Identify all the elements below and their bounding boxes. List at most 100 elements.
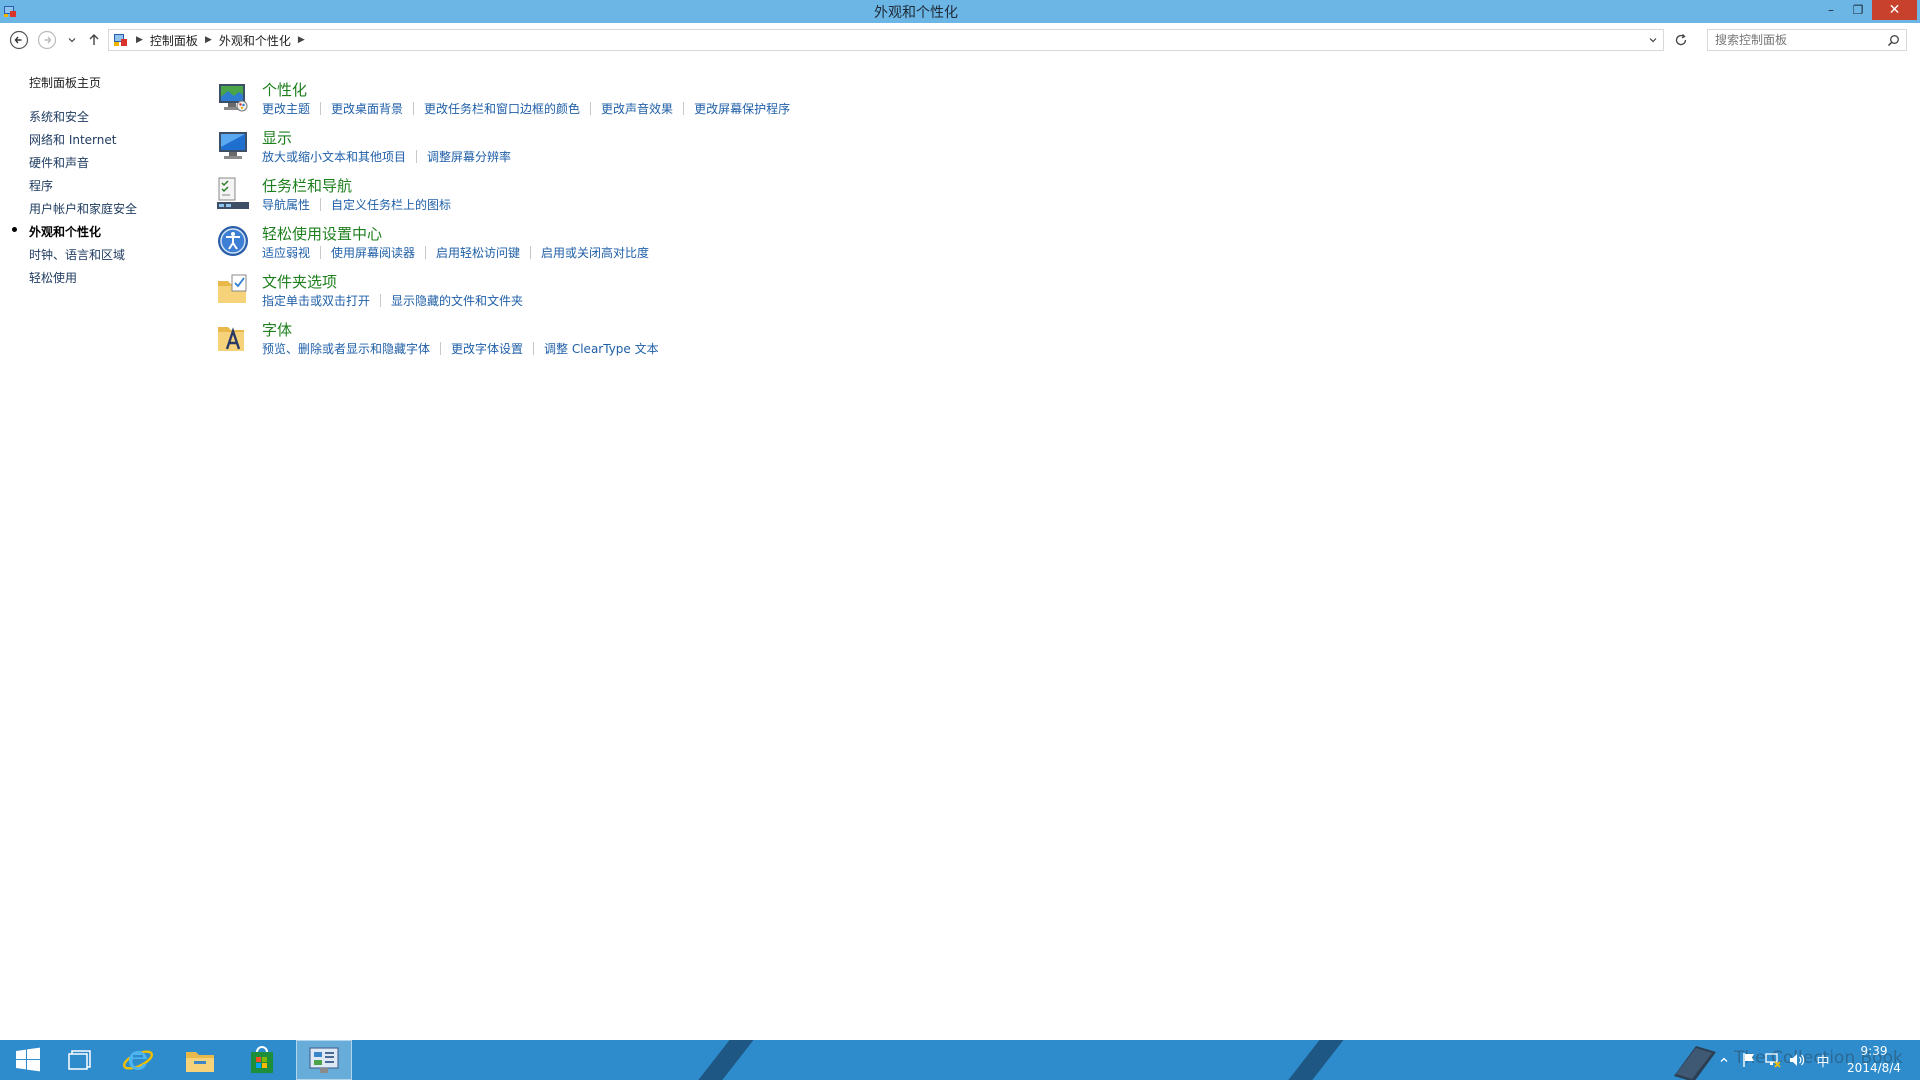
nav-user-accounts[interactable]: 用户帐户和家庭安全 xyxy=(29,200,137,217)
breadcrumb-separator-icon[interactable]: ▶ xyxy=(133,35,146,45)
link-separator xyxy=(530,246,532,259)
display-icon[interactable] xyxy=(216,127,250,163)
search-icon[interactable] xyxy=(1887,34,1900,47)
recent-locations-button[interactable] xyxy=(62,29,82,51)
folder-options-icon[interactable] xyxy=(216,271,250,307)
refresh-icon xyxy=(1675,34,1687,46)
control-panel-taskbar-button[interactable] xyxy=(296,1040,352,1080)
high-contrast-link[interactable]: 启用或关闭高对比度 xyxy=(541,244,649,261)
preview-fonts-link[interactable]: 预览、删除或者显示和隐藏字体 xyxy=(262,340,430,357)
change-screen-saver-link[interactable]: 更改屏幕保护程序 xyxy=(694,100,790,117)
customize-taskbar-icons-link[interactable]: 自定义任务栏上的图标 xyxy=(331,196,451,213)
folder-options-links: 指定单击或双击打开 显示隐藏的文件和文件夹 xyxy=(262,292,523,309)
link-separator xyxy=(440,342,442,355)
address-dropdown-button[interactable] xyxy=(1643,30,1663,50)
link-separator xyxy=(425,246,427,259)
close-button[interactable]: ✕ xyxy=(1872,0,1917,20)
task-view-icon xyxy=(68,1050,91,1070)
task-view-button[interactable] xyxy=(52,1040,108,1080)
search-box[interactable] xyxy=(1707,29,1907,51)
personalization-title-link[interactable]: 个性化 xyxy=(262,79,307,100)
taskbar-navigation-title-link[interactable]: 任务栏和导航 xyxy=(262,175,352,196)
up-button[interactable] xyxy=(84,29,104,51)
breadcrumb-separator-icon[interactable]: ▶ xyxy=(202,35,215,45)
show-hidden-files-link[interactable]: 显示隐藏的文件和文件夹 xyxy=(391,292,523,309)
store-button[interactable] xyxy=(234,1040,290,1080)
clock[interactable]: 9:39 2014/8/4 xyxy=(1838,1043,1910,1077)
up-arrow-icon xyxy=(89,34,99,45)
nav-programs[interactable]: 程序 xyxy=(29,177,53,194)
flag-icon xyxy=(1743,1053,1754,1067)
refresh-button[interactable] xyxy=(1670,29,1692,51)
network-button[interactable] xyxy=(1762,1040,1784,1080)
fonts-links: 预览、删除或者显示和隐藏字体 更改字体设置 调整 ClearType 文本 xyxy=(262,340,659,357)
show-hidden-icons-button[interactable] xyxy=(1716,1040,1732,1080)
input-method-indicator[interactable]: 中 xyxy=(1812,1040,1834,1080)
file-explorer-button[interactable] xyxy=(172,1040,228,1080)
action-center-button[interactable] xyxy=(1738,1040,1760,1080)
fonts-title-link[interactable]: 字体 xyxy=(262,319,292,340)
change-theme-link[interactable]: 更改主题 xyxy=(262,100,310,117)
volume-button[interactable] xyxy=(1786,1040,1808,1080)
display-title-link[interactable]: 显示 xyxy=(262,127,292,148)
link-separator xyxy=(590,102,592,115)
nav-appearance-personalization[interactable]: 外观和个性化 xyxy=(29,223,101,240)
screen-resolution-link[interactable]: 调整屏幕分辨率 xyxy=(427,148,511,165)
folder-options-title-link[interactable]: 文件夹选项 xyxy=(262,271,337,292)
start-button[interactable] xyxy=(0,1040,56,1080)
control-panel-icon xyxy=(114,34,127,46)
taskbar-decoration xyxy=(682,1040,762,1080)
nav-hardware-sound[interactable]: 硬件和声音 xyxy=(29,154,89,171)
ease-of-access-links: 适应弱视 使用屏幕阅读器 启用轻松访问键 启用或关闭高对比度 xyxy=(262,244,649,261)
search-input[interactable] xyxy=(1715,33,1885,47)
address-bar[interactable]: ▶ 控制面板 ▶ 外观和个性化 ▶ xyxy=(108,29,1664,51)
change-desktop-background-link[interactable]: 更改桌面背景 xyxy=(331,100,403,117)
taskbar-decoration xyxy=(1272,1040,1352,1080)
speaker-icon xyxy=(1790,1054,1805,1066)
display-links: 放大或缩小文本和其他项目 调整屏幕分辨率 xyxy=(262,148,511,165)
fonts-icon[interactable] xyxy=(216,319,250,355)
breadcrumb-appearance[interactable]: 外观和个性化 xyxy=(215,30,295,50)
control-panel-home-link[interactable]: 控制面板主页 xyxy=(29,74,101,91)
address-root-icon[interactable] xyxy=(109,30,133,50)
accessibility-keys-link[interactable]: 启用轻松访问键 xyxy=(436,244,520,261)
text-size-link[interactable]: 放大或缩小文本和其他项目 xyxy=(262,148,406,165)
breadcrumb-control-panel[interactable]: 控制面板 xyxy=(146,30,202,50)
internet-explorer-button[interactable] xyxy=(110,1040,166,1080)
book-logo-icon xyxy=(1674,1046,1716,1080)
control-panel-icon xyxy=(309,1047,339,1073)
personalization-links: 更改主题 更改桌面背景 更改任务栏和窗口边框的颜色 更改声音效果 更改屏幕保护程… xyxy=(262,100,790,117)
nav-ease-of-access[interactable]: 轻松使用 xyxy=(29,269,77,286)
ease-of-access-icon[interactable] xyxy=(216,223,250,259)
internet-explorer-icon xyxy=(122,1050,154,1071)
change-font-settings-link[interactable]: 更改字体设置 xyxy=(451,340,523,357)
cleartype-link[interactable]: 调整 ClearType 文本 xyxy=(544,340,659,357)
link-separator xyxy=(320,102,322,115)
back-button[interactable] xyxy=(8,29,30,51)
ease-of-access-title-link[interactable]: 轻松使用设置中心 xyxy=(262,223,382,244)
navigation-bar: ▶ 控制面板 ▶ 外观和个性化 ▶ xyxy=(0,23,1920,58)
nav-clock-language-region[interactable]: 时钟、语言和区域 xyxy=(29,246,125,263)
screen-reader-link[interactable]: 使用屏幕阅读器 xyxy=(331,244,415,261)
link-separator xyxy=(320,246,322,259)
personalization-icon[interactable] xyxy=(216,79,250,115)
change-sound-effects-link[interactable]: 更改声音效果 xyxy=(601,100,673,117)
nav-network-internet[interactable]: 网络和 Internet xyxy=(29,131,116,148)
change-window-color-link[interactable]: 更改任务栏和窗口边框的颜色 xyxy=(424,100,580,117)
low-vision-link[interactable]: 适应弱视 xyxy=(262,244,310,261)
link-separator xyxy=(683,102,685,115)
taskbar-icon[interactable] xyxy=(216,175,250,211)
category-display: 显示 放大或缩小文本和其他项目 调整屏幕分辨率 xyxy=(216,127,1116,171)
navigation-properties-link[interactable]: 导航属性 xyxy=(262,196,310,213)
minimize-button[interactable]: – xyxy=(1818,0,1844,20)
forward-button[interactable] xyxy=(36,29,58,51)
file-explorer-icon xyxy=(186,1052,214,1072)
single-double-click-link[interactable]: 指定单击或双击打开 xyxy=(262,292,370,309)
restore-button[interactable]: ❐ xyxy=(1845,0,1871,20)
breadcrumb-separator-icon[interactable]: ▶ xyxy=(295,35,308,45)
back-arrow-icon xyxy=(9,30,29,50)
nav-system-security[interactable]: 系统和安全 xyxy=(29,108,89,125)
category-personalization: 个性化 更改主题 更改桌面背景 更改任务栏和窗口边框的颜色 更改声音效果 更改屏… xyxy=(216,79,1116,123)
link-separator xyxy=(533,342,535,355)
category-taskbar-navigation: 任务栏和导航 导航属性 自定义任务栏上的图标 xyxy=(216,175,1116,219)
